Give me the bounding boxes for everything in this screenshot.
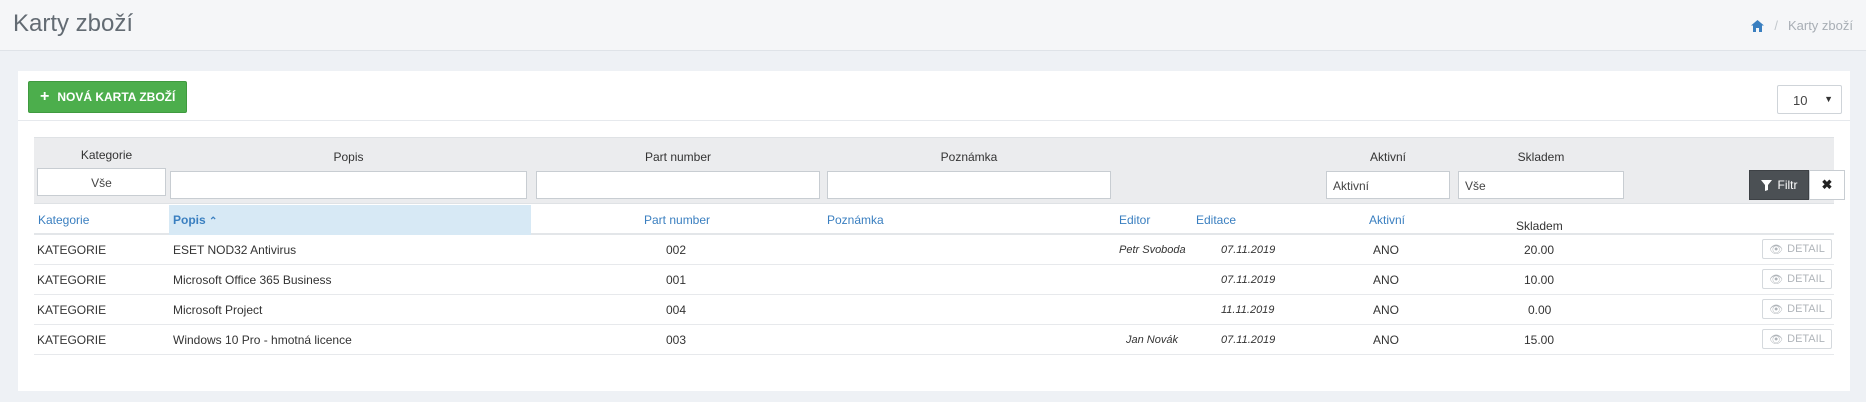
cell-editor: Petr Svoboda (1119, 244, 1186, 256)
cell-aktivni: ANO (1373, 303, 1400, 317)
filter-poznamka-input[interactable] (827, 171, 1111, 199)
plus-icon: + (40, 88, 50, 105)
detail-button[interactable]: 👁 DETAIL (1762, 239, 1832, 259)
new-product-card-button[interactable]: + NOVÁ KARTA ZBOŽÍ (28, 81, 188, 113)
column-header-skladem: Skladem (1516, 219, 1563, 233)
home-icon[interactable] (1751, 19, 1765, 32)
cell-editace: 07.11.2019 (1221, 274, 1276, 286)
page-size-value: 10 (1793, 93, 1808, 108)
cell-kategorie: KATEGORIE (37, 333, 107, 347)
cell-popis: ESET NOD32 Antivirus (173, 243, 297, 257)
filter-icon (1760, 179, 1772, 191)
table-row: KATEGORIE Microsoft Office 365 Business … (34, 265, 1834, 295)
cell-aktivni: ANO (1373, 273, 1400, 287)
table-header: Kategorie Popis ⌃ Part number Poznámka E… (34, 205, 1834, 235)
cell-aktivni: ANO (1373, 333, 1400, 347)
cell-editace: 11.11.2019 (1221, 304, 1275, 316)
filter-bar: Kategorie Vše Popis Part number Poznámka… (34, 137, 1845, 204)
detail-button[interactable]: 👁 DETAIL (1762, 299, 1832, 319)
detail-button[interactable]: 👁 DETAIL (1762, 329, 1832, 349)
filter-label-popis: Popis (333, 150, 364, 164)
cell-skladem: 10.00 (1524, 273, 1555, 287)
page-size-select[interactable]: 10 ▼ (1777, 85, 1842, 114)
column-header-popis[interactable]: Popis ⌃ (169, 205, 531, 235)
column-header-aktivni[interactable]: Aktivní (1369, 213, 1405, 227)
column-header-editor[interactable]: Editor (1119, 213, 1150, 227)
filter-part-number-input[interactable] (536, 171, 820, 199)
eye-icon: 👁 (1769, 303, 1784, 316)
new-product-card-label: NOVÁ KARTA ZBOŽÍ (57, 90, 176, 104)
column-header-kategorie[interactable]: Kategorie (38, 213, 89, 227)
detail-button-label: DETAIL (1787, 303, 1825, 315)
products-table: Kategorie Popis ⌃ Part number Poznámka E… (34, 205, 1834, 355)
filter-kategorie-select[interactable]: Vše (37, 168, 166, 196)
column-header-editace[interactable]: Editace (1196, 213, 1236, 227)
column-header-part-number[interactable]: Part number (644, 213, 710, 227)
cell-skladem: 0.00 (1528, 303, 1552, 317)
breadcrumb-separator: / (1774, 18, 1778, 33)
filter-button-label: Filtr (1777, 178, 1798, 192)
caret-down-icon: ▼ (1824, 94, 1833, 104)
eye-icon: 👁 (1769, 333, 1784, 346)
detail-button-label: DETAIL (1787, 243, 1825, 255)
filter-skladem-select[interactable]: Vše (1458, 171, 1624, 199)
detail-button[interactable]: 👁 DETAIL (1762, 269, 1832, 289)
detail-button-label: DETAIL (1787, 273, 1825, 285)
cell-skladem: 15.00 (1524, 333, 1555, 347)
filter-label-aktivni: Aktivní (1369, 150, 1406, 164)
cell-aktivni: ANO (1373, 243, 1400, 257)
cell-editace: 07.11.2019 (1221, 244, 1276, 256)
column-header-poznamka[interactable]: Poznámka (827, 213, 884, 227)
panel-toolbar: + NOVÁ KARTA ZBOŽÍ 10 ▼ (18, 71, 1850, 121)
page-title: Karty zboží (13, 10, 134, 37)
breadcrumb: / Karty zboží (1751, 18, 1853, 33)
main-panel: + NOVÁ KARTA ZBOŽÍ 10 ▼ Kategorie Vše Po… (18, 71, 1850, 391)
table-row: KATEGORIE ESET NOD32 Antivirus 002 Petr … (34, 235, 1834, 265)
filter-label-poznamka: Poznámka (940, 150, 998, 164)
cell-skladem: 20.00 (1524, 243, 1555, 257)
cell-kategorie: KATEGORIE (37, 273, 107, 287)
cell-kategorie: KATEGORIE (37, 303, 107, 317)
cell-popis: Microsoft Office 365 Business (173, 273, 332, 287)
page-header: Karty zboží / Karty zboží (0, 0, 1866, 51)
eye-icon: 👁 (1769, 273, 1784, 286)
cell-popis: Microsoft Project (173, 303, 263, 317)
eye-icon: 👁 (1769, 243, 1784, 256)
cell-part-number: 002 (666, 243, 687, 257)
cell-part-number: 001 (666, 273, 687, 287)
cell-part-number: 003 (666, 333, 687, 347)
breadcrumb-current: Karty zboží (1787, 18, 1853, 33)
filter-label-part-number: Part number (644, 150, 712, 164)
table-row: KATEGORIE Microsoft Project 004 11.11.20… (34, 295, 1834, 325)
filter-label-skladem: Skladem (1517, 150, 1565, 164)
filter-popis-input[interactable] (170, 171, 527, 199)
filter-button[interactable]: Filtr (1749, 170, 1809, 200)
close-icon: ✖ (1821, 177, 1833, 192)
filter-aktivni-select[interactable]: Aktivní (1326, 171, 1450, 199)
cell-part-number: 004 (666, 303, 687, 317)
column-header-popis-label: Popis (173, 213, 206, 227)
cell-popis: Windows 10 Pro - hmotná licence (173, 333, 352, 347)
filter-label-kategorie: Kategorie (80, 148, 133, 162)
cell-editace: 07.11.2019 (1221, 334, 1276, 346)
detail-button-label: DETAIL (1787, 333, 1825, 345)
table-row: KATEGORIE Windows 10 Pro - hmotná licenc… (34, 325, 1834, 355)
sort-asc-icon: ⌃ (209, 216, 218, 227)
cell-kategorie: KATEGORIE (37, 243, 107, 257)
clear-filter-button[interactable]: ✖ (1809, 170, 1845, 200)
cell-editor: Jan Novák (1126, 334, 1178, 346)
